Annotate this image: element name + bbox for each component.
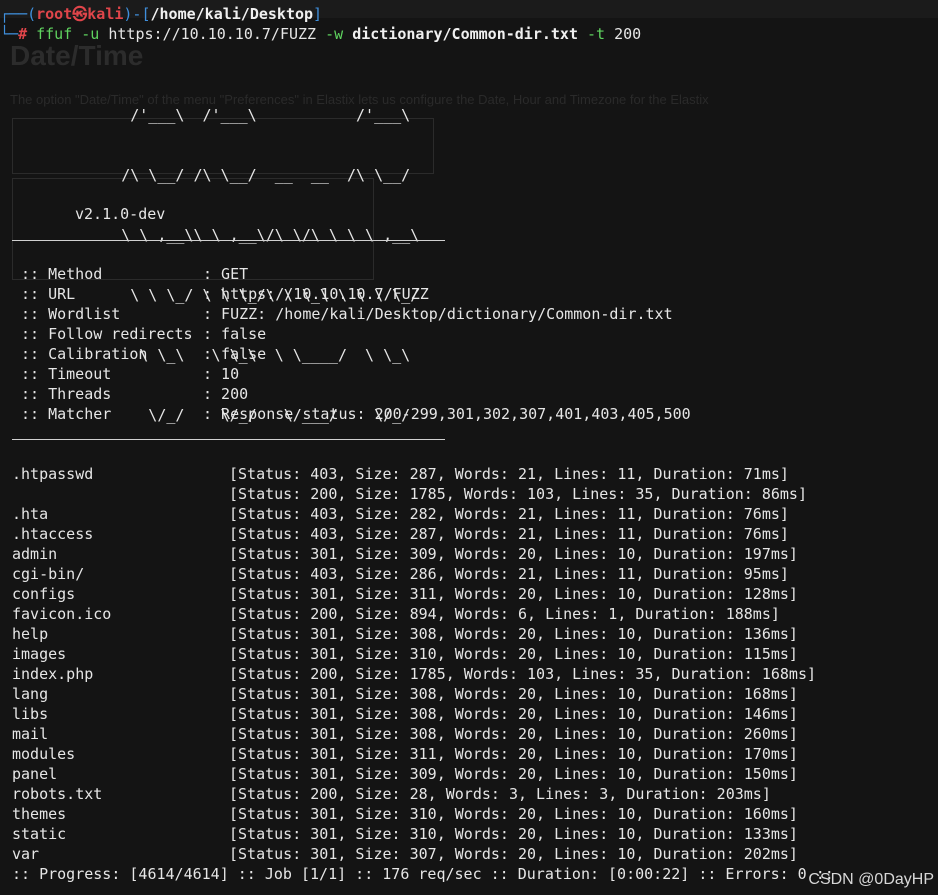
config-key: :: Timeout xyxy=(21,365,112,383)
result-info: [Status: 301, Size: 308, Words: 20, Line… xyxy=(229,705,798,723)
result-info: [Status: 200, Size: 1785, Words: 103, Li… xyxy=(229,485,807,503)
version-text: v2.1.0-dev xyxy=(75,205,166,223)
config-value: : Response status: 200-299,301,302,307,4… xyxy=(203,405,691,423)
logo-line: /\ \__/ /\ \__/ __ __ /\ \__/ xyxy=(58,166,411,184)
config-value: : FUZZ: /home/kali/Desktop/dictionary/Co… xyxy=(203,305,673,323)
result-path: .hta xyxy=(12,505,49,523)
result-path: lang xyxy=(12,685,49,703)
result-path: favicon.ico xyxy=(12,605,112,623)
config-key: :: Wordlist xyxy=(21,305,121,323)
prompt-at-symbol: ㉿ xyxy=(72,5,88,23)
separator-bottom xyxy=(12,439,445,440)
prompt-host: kali xyxy=(87,5,124,23)
config-value: : https://10.10.10.7/FUZZ xyxy=(203,285,429,303)
prompt-path: /home/kali/Desktop xyxy=(150,5,314,23)
result-info: [Status: 301, Size: 311, Words: 20, Line… xyxy=(229,745,798,763)
result-info: [Status: 301, Size: 308, Words: 20, Line… xyxy=(229,625,798,643)
result-path: robots.txt xyxy=(12,785,103,803)
result-info: [Status: 200, Size: 1785, Words: 103, Li… xyxy=(229,665,816,683)
result-info: [Status: 301, Size: 308, Words: 20, Line… xyxy=(229,725,798,743)
config-value: : false xyxy=(203,345,267,363)
result-info: [Status: 200, Size: 28, Words: 3, Lines:… xyxy=(229,785,771,803)
csdn-watermark: CSDN @0DayHP xyxy=(808,871,934,888)
result-info: [Status: 301, Size: 311, Words: 20, Line… xyxy=(229,585,798,603)
logo-line: /'___\ /'___\ /'___\ xyxy=(58,106,411,124)
result-info: [Status: 403, Size: 287, Words: 21, Line… xyxy=(229,465,789,483)
prompt-header: ┌──(root㉿kali)-[/home/kali/Desktop] xyxy=(0,5,323,23)
config-value: : 200 xyxy=(203,385,249,403)
result-path: admin xyxy=(12,545,58,563)
result-path: panel xyxy=(12,765,58,783)
result-path: libs xyxy=(12,705,49,723)
result-info: [Status: 200, Size: 894, Words: 6, Lines… xyxy=(229,605,780,623)
arg-threads: 200 xyxy=(614,25,642,43)
config-value: : 10 xyxy=(203,365,240,383)
command-line[interactable]: └─# ffuf -u https://10.10.10.7/FUZZ -w d… xyxy=(0,24,641,44)
prompt-user: root xyxy=(36,5,73,23)
config-value: : false xyxy=(203,325,267,343)
terminal-window[interactable]: ┌──(root㉿kali)-[/home/kali/Desktop] └─# … xyxy=(0,0,938,895)
result-info: [Status: 301, Size: 308, Words: 20, Line… xyxy=(229,685,798,703)
result-path: modules xyxy=(12,745,76,763)
flag-u: -u xyxy=(81,25,100,43)
result-info: [Status: 301, Size: 310, Words: 20, Line… xyxy=(229,825,798,843)
result-path: images xyxy=(12,645,67,663)
separator-top xyxy=(12,240,445,241)
result-path: help xyxy=(12,625,49,643)
result-path: configs xyxy=(12,585,76,603)
config-key: :: Follow redirects xyxy=(21,325,193,343)
result-info: [Status: 301, Size: 309, Words: 20, Line… xyxy=(229,545,798,563)
result-path: cgi-bin/ xyxy=(12,565,85,583)
result-path: static xyxy=(12,825,67,843)
result-info: [Status: 301, Size: 309, Words: 20, Line… xyxy=(229,765,798,783)
config-key: :: URL xyxy=(21,285,76,303)
result-info: [Status: 301, Size: 310, Words: 20, Line… xyxy=(229,645,798,663)
result-info: [Status: 403, Size: 282, Words: 21, Line… xyxy=(229,505,789,523)
arg-url: https://10.10.10.7/FUZZ xyxy=(108,25,317,43)
result-info: [Status: 403, Size: 287, Words: 21, Line… xyxy=(229,525,789,543)
arg-wordlist: dictionary/Common-dir.txt xyxy=(352,25,578,43)
result-path: .htpasswd xyxy=(12,465,94,483)
result-info: [Status: 301, Size: 307, Words: 20, Line… xyxy=(229,845,798,863)
result-info: [Status: 403, Size: 286, Words: 21, Line… xyxy=(229,565,789,583)
config-key: :: Method xyxy=(21,265,103,283)
result-path: var xyxy=(12,845,40,863)
command-name: ffuf xyxy=(36,25,73,43)
result-path: mail xyxy=(12,725,49,743)
flag-w: -w xyxy=(325,25,344,43)
flag-t: -t xyxy=(587,25,606,43)
config-key: :: Calibration xyxy=(21,345,148,363)
config-value: : GET xyxy=(203,265,249,283)
progress-status-line: :: Progress: [4614/4614] :: Job [1/1] ::… xyxy=(12,865,834,883)
config-key: :: Matcher xyxy=(21,405,112,423)
result-path: index.php xyxy=(12,665,94,683)
result-path: .htaccess xyxy=(12,525,94,543)
prompt-symbol: # xyxy=(18,25,28,43)
logo-line: \ \ ,__\\ \ ,__\/\ \/\ \ \ \ ,__\ xyxy=(58,226,420,244)
result-info: [Status: 301, Size: 310, Words: 20, Line… xyxy=(229,805,798,823)
config-key: :: Threads xyxy=(21,385,112,403)
result-path: themes xyxy=(12,805,67,823)
